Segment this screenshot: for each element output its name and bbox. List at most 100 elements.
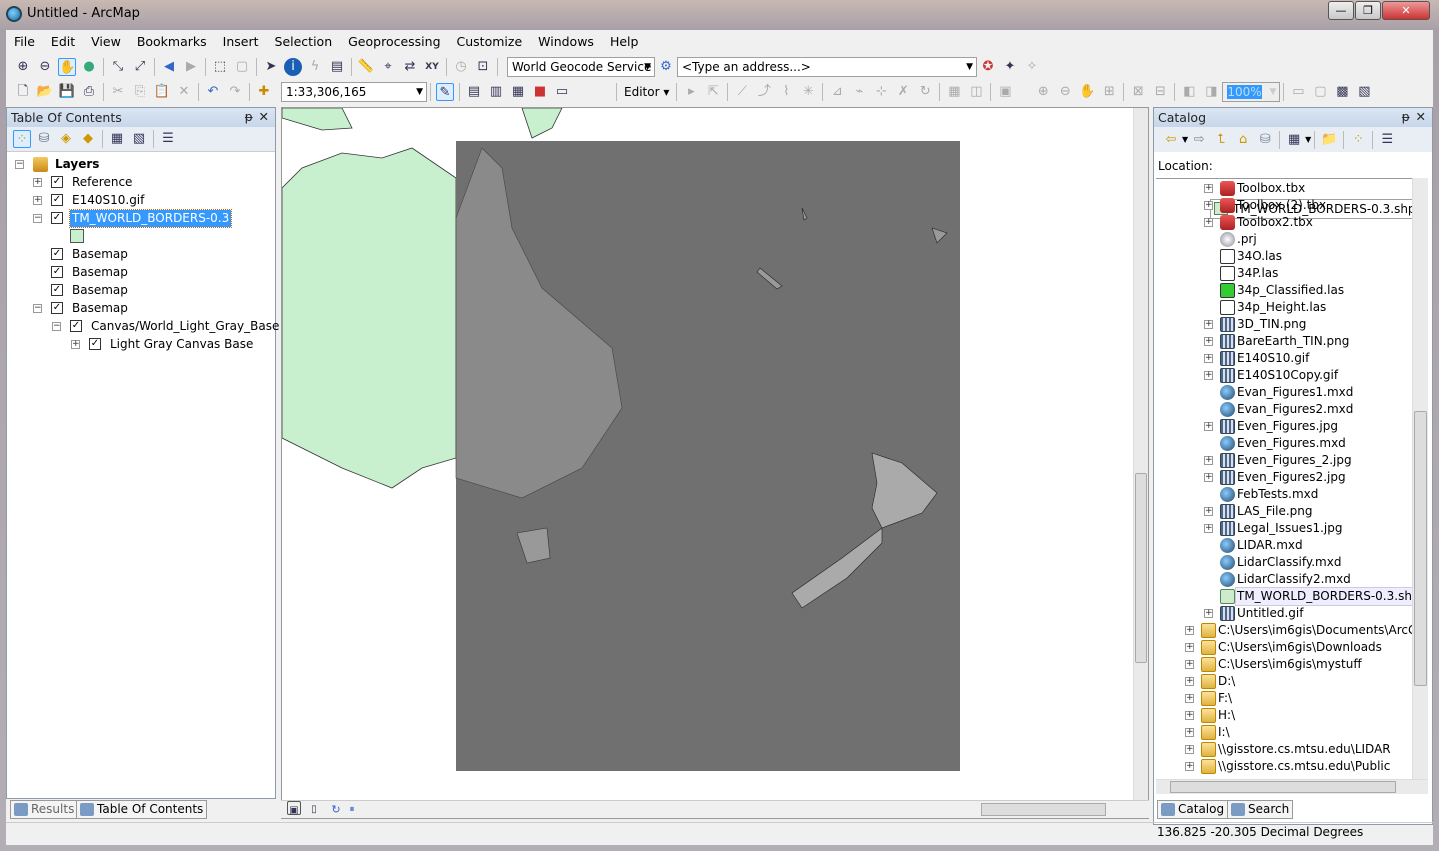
go-to-xy-icon[interactable]: XY xyxy=(423,58,441,76)
toc-layer-row[interactable]: ✓ Basemap xyxy=(7,282,275,299)
zoom-100-icon[interactable]: ⊠ xyxy=(1129,83,1147,101)
home-icon[interactable]: ⌂ xyxy=(1234,131,1252,149)
expand-icon[interactable]: + xyxy=(1204,456,1213,465)
catalog-item[interactable]: + D:\ xyxy=(1156,673,1412,690)
html-popup-icon[interactable]: ▤ xyxy=(328,58,346,76)
catalog-item[interactable]: FebTests.mxd xyxy=(1156,486,1412,503)
close-icon[interactable]: ✕ xyxy=(1416,109,1426,124)
catalog-tree-icon[interactable]: ⁘ xyxy=(1349,131,1367,149)
toggle-draft-mode-icon[interactable]: ▭ xyxy=(1289,83,1307,101)
straight-segment-icon[interactable]: ⟋ xyxy=(733,83,751,101)
magnifier-window-icon[interactable]: ⊡ xyxy=(474,58,492,76)
catalog-item[interactable]: + Toolbox2.tbx xyxy=(1156,214,1412,231)
identify-icon[interactable]: i xyxy=(284,58,302,76)
fixed-zoom-out-icon[interactable]: ⤢ xyxy=(131,58,149,76)
catalog-item[interactable]: LidarClassify.mxd xyxy=(1156,554,1412,571)
redo-icon[interactable]: ↷ xyxy=(226,83,244,101)
clear-selection-icon[interactable]: ▢ xyxy=(233,58,251,76)
expand-icon[interactable]: + xyxy=(1204,422,1213,431)
minimize-button[interactable]: — xyxy=(1328,1,1354,20)
expand-icon[interactable]: + xyxy=(1204,184,1213,193)
tab-results[interactable]: Results xyxy=(10,800,79,819)
catalog-item[interactable]: Evan_Figures2.mxd xyxy=(1156,401,1412,418)
catalog-item[interactable]: LidarClassify2.mxd xyxy=(1156,571,1412,588)
back-arrow-icon[interactable]: ⇦ xyxy=(1162,131,1180,149)
scroll-thumb[interactable] xyxy=(1135,473,1147,663)
catalog-horizontal-scrollbar[interactable] xyxy=(1156,779,1428,794)
menu-selection[interactable]: Selection xyxy=(267,32,341,52)
list-by-visibility-icon[interactable]: ◈ xyxy=(57,130,75,148)
cut-polygons-icon[interactable]: ⊹ xyxy=(872,83,890,101)
catalog-item[interactable]: + Toolbox.tbx xyxy=(1156,180,1412,197)
layer-symbol-swatch[interactable] xyxy=(70,229,84,243)
catalog-item[interactable]: 34p_Height.las xyxy=(1156,299,1412,316)
pan-icon[interactable]: ✋ xyxy=(58,58,76,76)
collapse-icon[interactable]: − xyxy=(33,304,42,313)
toc-layer-row[interactable]: + ✓ Reference xyxy=(7,174,275,191)
layer-visibility-checkbox[interactable]: ✓ xyxy=(51,266,63,278)
expand-icon[interactable]: + xyxy=(1204,218,1213,227)
address-input[interactable]: <Type an address...> ▼ xyxy=(677,57,977,77)
map-scale-dropdown[interactable]: 1:33,306,165 ▼ xyxy=(281,82,427,102)
time-slider-icon[interactable]: ◷ xyxy=(452,58,470,76)
expand-icon[interactable]: + xyxy=(1185,745,1194,754)
tab-catalog[interactable]: Catalog xyxy=(1157,800,1229,819)
catalog-item[interactable]: + I:\ xyxy=(1156,724,1412,741)
edit-tool-icon[interactable]: ▸ xyxy=(682,83,700,101)
layer-visibility-checkbox[interactable]: ✓ xyxy=(51,212,63,224)
toc-layer-row[interactable]: − ✓ Basemap xyxy=(7,300,275,317)
list-by-source-icon[interactable]: ⛁ xyxy=(35,130,53,148)
catalog-item[interactable]: Even_Figures.mxd xyxy=(1156,435,1412,452)
measure-icon[interactable]: 📏 xyxy=(357,58,375,76)
focus-data-frame-icon[interactable]: ▢ xyxy=(1311,83,1329,101)
tab-table-of-contents[interactable]: Table Of Contents xyxy=(76,800,208,819)
collapse-icon[interactable]: − xyxy=(33,214,42,223)
layer-visibility-checkbox[interactable]: ✓ xyxy=(51,284,63,296)
default-geodatabase-icon[interactable]: ⛁ xyxy=(1256,131,1274,149)
split-icon[interactable]: ✗ xyxy=(894,83,912,101)
scroll-thumb[interactable] xyxy=(1170,781,1396,793)
catalog-vertical-scrollbar[interactable] xyxy=(1412,178,1428,779)
catalog-item[interactable]: + Even_Figures_2.jpg xyxy=(1156,452,1412,469)
end-point-arc-icon[interactable]: ⤴ xyxy=(755,83,773,101)
catalog-item[interactable]: + E140S10.gif xyxy=(1156,350,1412,367)
copy-icon[interactable]: ⎘ xyxy=(131,83,149,101)
fixed-zoom-layout-icon[interactable]: ⊟ xyxy=(1151,83,1169,101)
expand-icon[interactable]: + xyxy=(1185,728,1194,737)
find-binoculars-icon[interactable]: ⌖ xyxy=(379,58,397,76)
collapse-icon[interactable]: − xyxy=(15,160,24,169)
up-one-level-icon[interactable]: ⮤ xyxy=(1212,131,1230,149)
layout-zoom-in-icon[interactable]: ⊕ xyxy=(1034,83,1052,101)
open-folder-icon[interactable]: 📂 xyxy=(36,83,54,101)
catalog-item[interactable]: + Toolbox (2).tbx xyxy=(1156,197,1412,214)
toc-layer-row[interactable]: ✓ Basemap xyxy=(7,246,275,263)
forward-arrow-icon[interactable]: ▶ xyxy=(182,58,200,76)
expand-icon[interactable]: + xyxy=(1204,201,1213,210)
collapse-icon[interactable]: − xyxy=(52,322,61,331)
create-features-icon[interactable]: ▣ xyxy=(996,83,1014,101)
legend-icon[interactable]: ☰ xyxy=(159,130,177,148)
toc-layer-row[interactable] xyxy=(7,228,275,245)
add-data-icon[interactable]: ✚ xyxy=(255,83,273,101)
pin-icon[interactable]: ᵽ xyxy=(1402,109,1410,124)
layer-visibility-checkbox[interactable]: ✓ xyxy=(70,320,82,332)
forward-arrow-icon[interactable]: ⇨ xyxy=(1190,131,1208,149)
map-vertical-scrollbar[interactable] xyxy=(1133,108,1148,818)
toc-layer-row[interactable]: − Layers xyxy=(7,156,275,173)
catalog-item[interactable]: TM_WORLD_BORDERS-0.3.shp xyxy=(1156,587,1412,606)
catalog-options-icon[interactable]: ☰ xyxy=(1378,131,1396,149)
layer-visibility-checkbox[interactable]: ✓ xyxy=(51,302,63,314)
select-features-icon[interactable]: ⬚ xyxy=(211,58,229,76)
paste-icon[interactable]: 📋 xyxy=(153,83,171,101)
catalog-window-icon[interactable]: ▥ xyxy=(487,83,505,101)
catalog-item[interactable]: +3D_TIN.png xyxy=(1156,316,1412,333)
data-driven-pages-icon[interactable]: ▧ xyxy=(1355,83,1373,101)
expand-icon[interactable]: + xyxy=(33,196,42,205)
list-by-drawing-order-icon[interactable]: ⁘ xyxy=(13,130,31,148)
expand-icon[interactable]: + xyxy=(1185,626,1194,635)
fixed-zoom-in-icon[interactable]: ⤡ xyxy=(109,58,127,76)
catalog-item[interactable]: + BareEarth_TIN.png xyxy=(1156,333,1412,350)
reshape-icon[interactable]: ⌁ xyxy=(850,83,868,101)
delete-icon[interactable]: ✕ xyxy=(175,83,193,101)
expand-icon[interactable]: + xyxy=(1204,320,1213,329)
